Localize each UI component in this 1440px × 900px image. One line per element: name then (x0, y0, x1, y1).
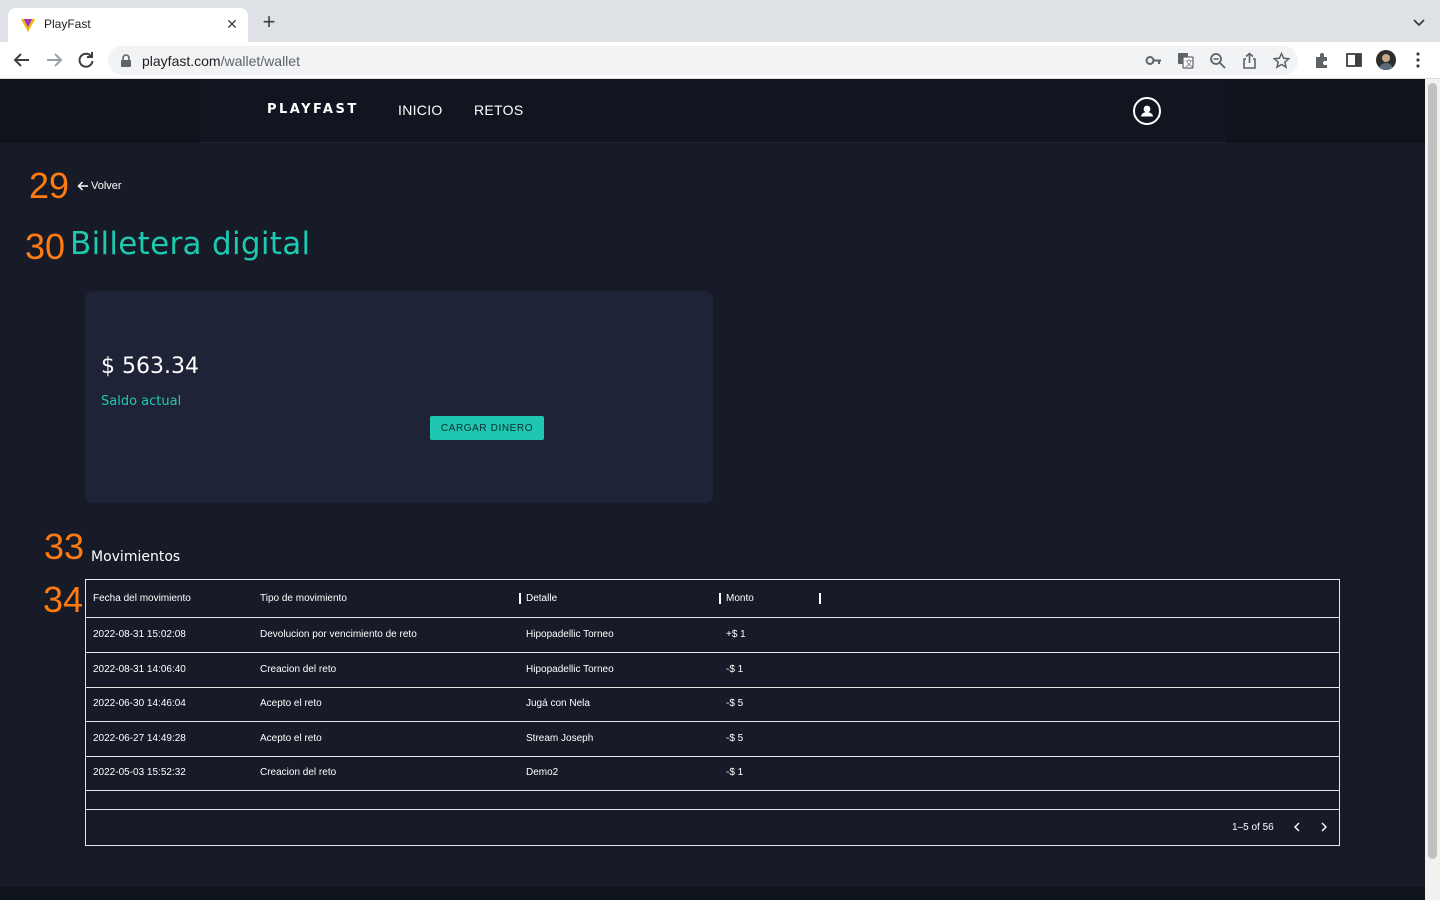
wallet-balance-card: $ 563.34 Saldo actual CARGAR DINERO (85, 291, 713, 503)
browser-tabbar: PlayFast ✕ + (0, 0, 1440, 42)
nav-link-retos[interactable]: RETOS (474, 102, 523, 118)
cell-type: Devolucion por vencimiento de reto (260, 629, 417, 640)
cell-amount: -$ 1 (726, 767, 744, 778)
user-icon (1141, 105, 1153, 117)
column-header-detail[interactable]: Detalle (526, 593, 557, 604)
browser-tab[interactable]: PlayFast ✕ (8, 8, 248, 42)
column-header-amount[interactable]: Monto (726, 593, 754, 604)
svg-text:文: 文 (1185, 58, 1193, 68)
cell-type: Acepto el reto (260, 698, 322, 709)
table-row[interactable]: 2022-08-31 14:06:40 Creacion del reto Hi… (86, 653, 1339, 688)
page-title: Billetera digital (70, 226, 311, 262)
table-row[interactable]: 2022-05-03 15:52:32 Creacion del reto De… (86, 756, 1339, 791)
forward-arrow-icon[interactable] (44, 50, 64, 70)
playfast-logo[interactable]: PLAYFAST (267, 102, 359, 117)
profile-avatar[interactable] (1376, 50, 1396, 70)
table-pagination: 1–5 of 56 (86, 810, 1339, 845)
back-link[interactable]: Volver (77, 180, 122, 192)
table-row[interactable]: 2022-08-31 15:02:08 Devolucion por venci… (86, 618, 1339, 653)
cell-type: Acepto el reto (260, 733, 322, 744)
column-resize-handle[interactable] (519, 593, 521, 604)
scrollbar-thumb[interactable] (1428, 83, 1437, 859)
cell-date: 2022-05-03 15:52:32 (93, 767, 186, 778)
column-resize-handle[interactable] (819, 593, 821, 604)
back-link-label: Volver (91, 180, 122, 192)
cell-date: 2022-06-30 14:46:04 (93, 698, 186, 709)
nav-link-inicio[interactable]: INICIO (398, 102, 443, 118)
pagination-range: 1–5 of 56 (1232, 822, 1274, 833)
translate-icon[interactable]: 文 (1177, 52, 1194, 69)
reload-icon[interactable] (76, 50, 96, 70)
browser-menu-icon[interactable] (1409, 51, 1427, 69)
marker-30: 30 (25, 226, 66, 267)
tab-close-icon[interactable]: ✕ (224, 16, 240, 32)
chevron-left-icon[interactable] (1290, 820, 1304, 834)
cell-detail: Hipopadellic Torneo (526, 629, 614, 640)
url-text: playfast.com/wallet/wallet (142, 53, 300, 69)
balance-label: Saldo actual (101, 394, 182, 409)
table-empty-row (86, 790, 1339, 810)
marker-34: 34 (43, 579, 84, 620)
site-header: PLAYFAST INICIO RETOS (0, 79, 1425, 143)
cell-detail: Jugá con Nela (526, 698, 590, 709)
browser-toolbar: playfast.com/wallet/wallet 文 (0, 42, 1440, 79)
playfast-favicon-icon (21, 19, 35, 32)
marker-33: 33 (44, 526, 85, 567)
table-header-row: Fecha del movimiento Tipo de movimiento … (86, 580, 1339, 618)
load-money-button[interactable]: CARGAR DINERO (430, 416, 544, 440)
page-footer (0, 887, 1425, 900)
back-arrow-icon[interactable] (12, 50, 32, 70)
page-viewport: PLAYFAST INICIO RETOS 29 30 31 32 33 34 … (0, 79, 1425, 900)
cell-detail: Stream Joseph (526, 733, 594, 744)
new-tab-icon[interactable]: + (260, 11, 278, 33)
cell-type: Creacion del reto (260, 664, 337, 675)
column-header-date[interactable]: Fecha del movimiento (93, 593, 191, 604)
arrow-left-icon (77, 181, 88, 191)
tab-search-chevron-icon[interactable] (1412, 15, 1426, 29)
marker-29: 29 (29, 165, 70, 206)
cell-date: 2022-08-31 14:06:40 (93, 664, 186, 675)
share-icon[interactable] (1241, 52, 1258, 69)
column-header-type[interactable]: Tipo de movimiento (260, 593, 347, 604)
user-account-button[interactable] (1133, 97, 1161, 125)
column-resize-handle[interactable] (719, 593, 721, 604)
movements-title: Movimientos (91, 549, 181, 565)
profile-photo-icon (1379, 54, 1393, 70)
cell-amount: -$ 5 (726, 698, 744, 709)
table-row[interactable]: 2022-06-30 14:46:04 Acepto el reto Jugá … (86, 687, 1339, 722)
side-panel-icon[interactable] (1345, 51, 1363, 69)
bookmark-star-icon[interactable] (1273, 52, 1290, 69)
cell-amount: -$ 5 (726, 733, 744, 744)
chevron-right-icon[interactable] (1317, 820, 1331, 834)
balance-amount: $ 563.34 (101, 354, 199, 379)
cell-date: 2022-06-27 14:49:28 (93, 733, 186, 744)
cell-amount: +$ 1 (726, 629, 746, 640)
password-key-icon[interactable] (1145, 52, 1162, 69)
lock-icon (121, 54, 131, 67)
zoom-out-icon[interactable] (1209, 52, 1226, 69)
address-bar[interactable]: playfast.com/wallet/wallet 文 (108, 46, 1298, 75)
movements-table: Fecha del movimiento Tipo de movimiento … (85, 579, 1340, 846)
table-row[interactable]: 2022-06-27 14:49:28 Acepto el reto Strea… (86, 722, 1339, 757)
extensions-puzzle-icon[interactable] (1313, 51, 1331, 69)
page-scrollbar[interactable] (1425, 79, 1440, 900)
cell-detail: Demo2 (526, 767, 559, 778)
cell-type: Creacion del reto (260, 767, 337, 778)
cell-amount: -$ 1 (726, 664, 744, 675)
cell-date: 2022-08-31 15:02:08 (93, 629, 186, 640)
cell-detail: Hipopadellic Torneo (526, 664, 614, 675)
tab-title: PlayFast (44, 17, 91, 31)
